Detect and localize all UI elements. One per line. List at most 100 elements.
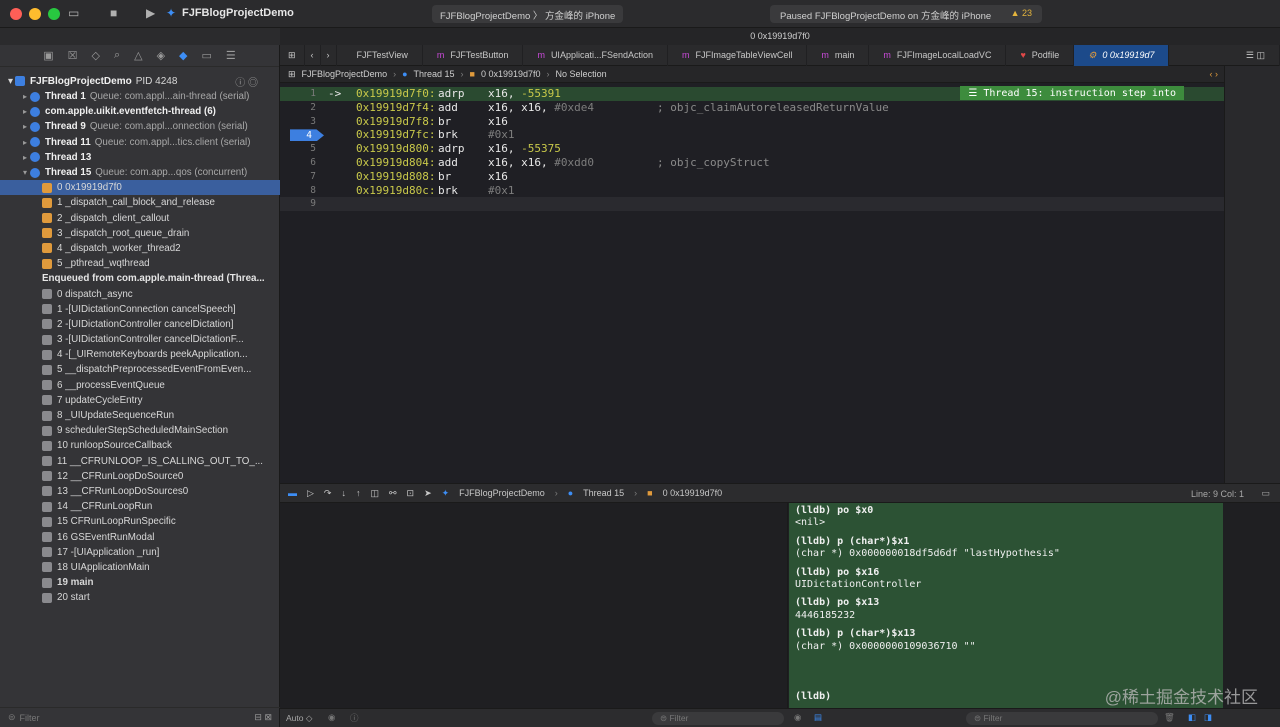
code-line[interactable]: 440x19919d7fc:brk#0x1 xyxy=(280,128,1224,142)
editor-tab[interactable]: m FJFImageLocalLoadVC xyxy=(869,44,1007,66)
eye-icon[interactable]: ◉ xyxy=(794,712,801,723)
split-left-icon[interactable]: ◧ xyxy=(1188,712,1196,723)
enqueued-frame-row[interactable]: 11 __CFRUNLOOP_IS_CALLING_OUT_TO_... xyxy=(0,454,280,469)
code-line[interactable]: 3 0x19919d7f8: br x16 xyxy=(280,115,1224,129)
trash-icon[interactable]: 🗑 xyxy=(1164,712,1175,723)
enqueued-frame-row[interactable]: 0 dispatch_async xyxy=(0,286,280,301)
breakpoint-marker[interactable]: 4 xyxy=(290,129,324,142)
stack-frame-row[interactable]: 2 _dispatch_client_callout xyxy=(0,211,280,226)
search-icon[interactable]: ⌕ xyxy=(114,49,120,62)
chevron-right-icon[interactable]: ▸ xyxy=(20,92,30,101)
memory-graph-icon[interactable]: ⚯ xyxy=(389,488,397,499)
jumpbar-selection[interactable]: No Selection xyxy=(556,69,607,79)
thread-row[interactable]: ▸ com.apple.uikit.eventfetch-thread (6) xyxy=(0,104,280,119)
stack-frame-row[interactable]: 0 0x19919d7f0 xyxy=(0,180,280,196)
warning-badge[interactable]: ▲ 23 xyxy=(1011,8,1032,18)
enqueued-frame-row[interactable]: 7 updateCycleEntry xyxy=(0,393,280,408)
thread-row[interactable]: ▸ Thread 13 xyxy=(0,150,280,165)
test-icon[interactable]: ◈ xyxy=(157,49,165,62)
debug-navigator-icon[interactable]: ◆ xyxy=(179,49,187,62)
line-number[interactable]: 3 xyxy=(280,115,316,129)
enqueued-frame-row[interactable]: 14 __CFRunLoopRun xyxy=(0,499,280,514)
console-output-icon[interactable]: ▤ xyxy=(814,712,822,723)
stack-frame-row[interactable]: 5 _pthread_wqthread xyxy=(0,256,280,271)
line-number[interactable]: 7 xyxy=(280,170,316,184)
code-line[interactable]: 6 0x19919d804: add x16, x16, #0xdd0 ; objc_c… xyxy=(280,156,1224,170)
bookmark-icon[interactable]: ◇ xyxy=(91,49,99,62)
enqueued-frame-row[interactable]: 9 schedulerStepScheduledMainSection xyxy=(0,423,280,438)
split-right-icon[interactable]: ◨ xyxy=(1204,712,1212,723)
chevron-right-icon[interactable]: ▸ xyxy=(20,138,30,147)
navigator-filter-input[interactable]: Filter xyxy=(20,713,40,723)
enqueued-frame-row[interactable]: 3 -[UIDictationController cancelDictatio… xyxy=(0,332,280,347)
forward-icon[interactable]: › xyxy=(321,44,337,66)
process-row[interactable]: ▾ FJFBlogProjectDemo PID 4248 ⓘ ◎ xyxy=(0,73,280,89)
editor-minimap[interactable] xyxy=(1224,66,1280,483)
enqueued-frame-row[interactable]: 4 -[_UIRemoteKeyboards peekApplication..… xyxy=(0,347,280,362)
grid-icon[interactable]: ⊞ xyxy=(280,44,305,66)
debugbar-thread[interactable]: Thread 15 xyxy=(583,488,624,498)
code-line[interactable]: 9 xyxy=(280,197,1224,212)
enqueued-frame-row[interactable]: 18 UIApplicationMain xyxy=(0,560,280,575)
chevron-down-icon[interactable]: ▾ xyxy=(20,168,30,177)
stack-frame-row[interactable]: 1 _dispatch_call_block_and_release xyxy=(0,195,280,210)
run-icon[interactable]: ▶ xyxy=(146,6,155,20)
editor-tab[interactable]: m main xyxy=(807,44,870,66)
toggle-debug-area-icon[interactable]: ▬ xyxy=(288,488,297,498)
issue-icon[interactable]: △ xyxy=(134,49,142,62)
enqueued-frame-row[interactable]: 15 CFRunLoopRunSpecific xyxy=(0,514,280,529)
debugbar-project[interactable]: FJFBlogProjectDemo xyxy=(459,488,545,498)
step-over-icon[interactable]: ↷ xyxy=(324,488,332,499)
thread-row[interactable]: ▸ Thread 11 Queue: com.appl...tics.client … xyxy=(0,135,280,150)
enqueued-frame-row[interactable]: 10 runloopSourceCallback xyxy=(0,438,280,453)
enqueued-frame-row[interactable]: 5 __dispatchPreprocessedEventFromEven... xyxy=(0,362,280,377)
editor-tab[interactable]: FJFTestView xyxy=(337,44,423,66)
chevron-right-icon[interactable]: ▸ xyxy=(20,122,30,131)
issue-nav-icon[interactable]: ‹ › xyxy=(1210,69,1219,79)
code-line[interactable]: 7 0x19919d808: br x16 xyxy=(280,170,1224,184)
layout-toggle-icon[interactable]: ▭ xyxy=(1261,488,1270,499)
close-window-button[interactable] xyxy=(10,7,22,20)
editor-tab[interactable]: ⚙ 0 0x19919d7 xyxy=(1074,44,1170,66)
line-number[interactable]: 9 xyxy=(280,197,316,211)
gauge-icon[interactable]: ⓘ ◎ xyxy=(235,74,258,89)
back-icon[interactable]: ‹ xyxy=(305,44,321,66)
source-control-icon[interactable]: ☒ xyxy=(68,49,78,62)
enqueued-frame-row[interactable]: 13 __CFRunLoopDoSources0 xyxy=(0,484,280,499)
view-hierarchy-icon[interactable]: ◫ xyxy=(370,488,379,499)
enqueued-frame-row[interactable]: 6 __processEventQueue xyxy=(0,378,280,393)
continue-icon[interactable]: ▷ xyxy=(307,488,314,499)
step-into-icon[interactable]: ↓ xyxy=(341,488,346,498)
scheme-selector[interactable]: FJFBlogProjectDemo 〉 方金峰的 iPhone xyxy=(432,5,624,23)
zoom-window-button[interactable] xyxy=(48,7,60,20)
code-line[interactable]: 8 0x19919d80c: brk #0x1 xyxy=(280,184,1224,198)
stack-frame-row[interactable]: 3 _dispatch_root_queue_drain xyxy=(0,226,280,241)
sidebar-toggle-icon[interactable]: ▭ xyxy=(68,6,79,20)
editor-tab[interactable]: ♥ Podfile xyxy=(1006,44,1075,66)
variables-filter[interactable]: ⊜ Filter xyxy=(652,712,784,725)
editor-tab[interactable]: m FJFImageTableViewCell xyxy=(668,44,808,66)
thread-row[interactable]: ▾ Thread 15 Queue: com.app...qos (concurre… xyxy=(0,165,280,180)
minimize-window-button[interactable] xyxy=(29,7,41,20)
debugbar-frame[interactable]: 0 0x19919d7f0 xyxy=(663,488,723,498)
related-items-icon[interactable]: ☰ ◫ xyxy=(1232,44,1280,66)
code-line[interactable]: 5 0x19919d800: adrp x16, -55375 xyxy=(280,142,1224,156)
folder-icon[interactable]: ▣ xyxy=(43,49,53,62)
line-number[interactable]: 1 xyxy=(280,87,316,101)
enqueued-frame-row[interactable]: 12 __CFRunLoopDoSource0 xyxy=(0,469,280,484)
enqueued-frame-row[interactable]: 20 start xyxy=(0,590,280,605)
step-out-icon[interactable]: ↑ xyxy=(356,488,361,498)
jumpbar-project[interactable]: FJFBlogProjectDemo xyxy=(302,69,388,79)
report-icon[interactable]: ☰ xyxy=(226,49,236,62)
thread-row[interactable]: ▸ Thread 1 Queue: com.appl...ain-thread (s… xyxy=(0,89,280,104)
grid-small-icon[interactable]: ⊞ xyxy=(288,69,296,80)
info-icon[interactable]: ⓘ xyxy=(350,712,359,724)
console-filter[interactable]: ⊜ Filter xyxy=(966,712,1158,725)
editor-tab[interactable]: m UIApplicati...FSendAction xyxy=(523,44,668,66)
enqueued-frame-row[interactable]: 2 -[UIDictationController cancelDictatio… xyxy=(0,317,280,332)
jumpbar-frame[interactable]: 0 0x19919d7f0 xyxy=(481,69,541,79)
chevron-right-icon[interactable]: ▸ xyxy=(20,107,30,116)
thread-row[interactable]: ▸ Thread 9 Queue: com.appl...onnection (se… xyxy=(0,119,280,134)
line-number[interactable]: 8 xyxy=(280,184,316,198)
breakpoint-icon[interactable]: ▭ xyxy=(202,49,212,62)
